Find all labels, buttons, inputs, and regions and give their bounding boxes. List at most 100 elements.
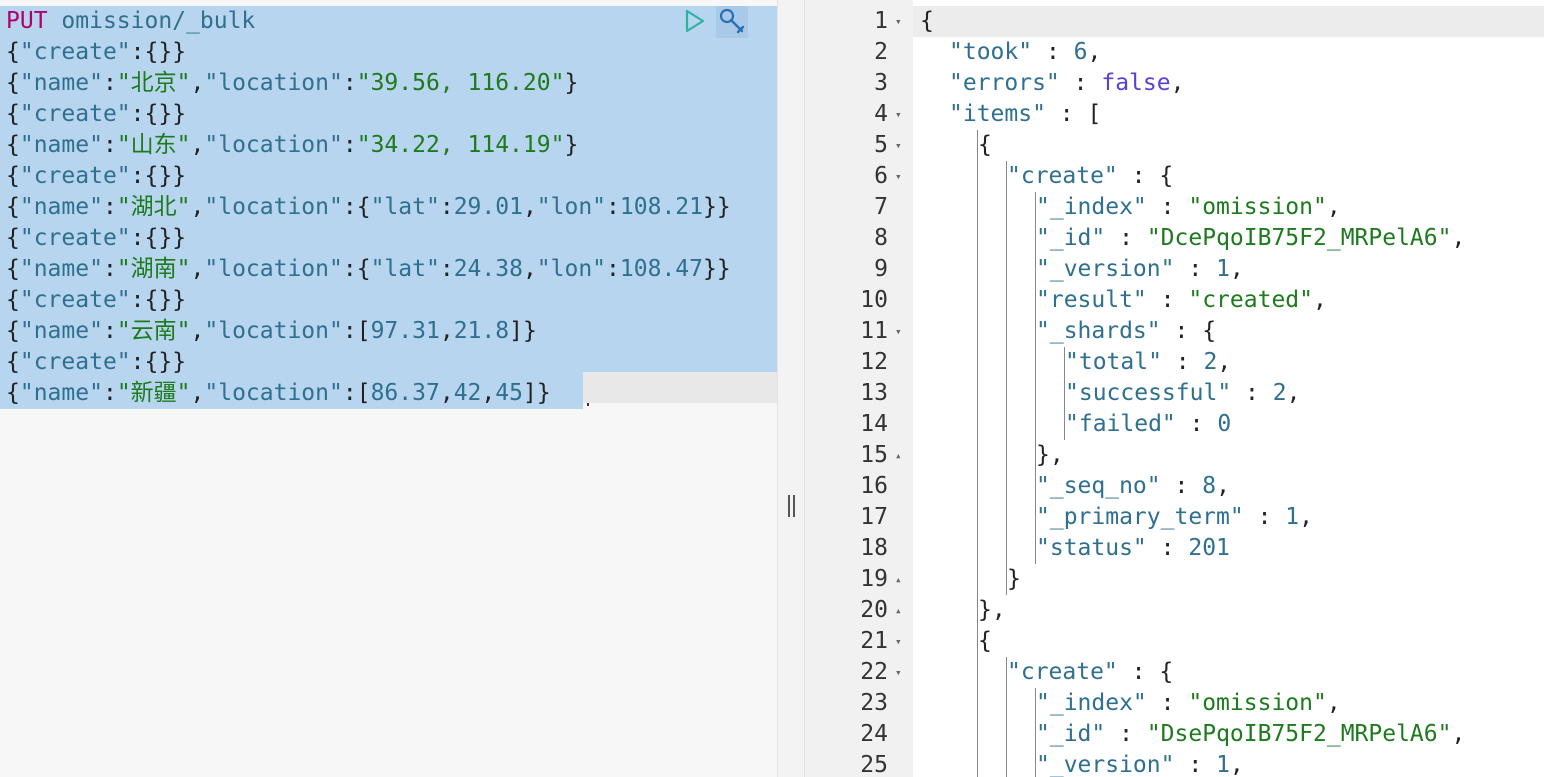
- line-number: 2: [874, 39, 888, 65]
- request-line-method[interactable]: PUT omission/_bulk: [0, 6, 777, 37]
- response-code-text: "_index" : "omission",: [1036, 194, 1341, 220]
- response-code-text: "_shards" : {: [1036, 318, 1217, 344]
- response-line: 22 ▾ "create" : {: [805, 657, 1544, 688]
- fold-expand-icon[interactable]: ▴: [895, 595, 907, 626]
- play-triangle-icon: [685, 9, 705, 33]
- response-code-text: "_id" : "DsePqoIB75F2_MRPelA6",: [1036, 721, 1466, 747]
- response-line: 23 "_index" : "omission",: [805, 688, 1544, 719]
- response-code-text: "items" : [: [949, 101, 1102, 127]
- response-code-text: "create" : {: [1007, 163, 1174, 189]
- line-number: 13: [860, 380, 888, 406]
- response-code-text: "create" : {: [1007, 659, 1174, 685]
- request-line[interactable]: {"name":"湖北","location":{"lat":29.01,"lo…: [0, 192, 777, 223]
- request-code[interactable]: PUT omission/_bulk {"create":{}} {"name":"…: [0, 6, 777, 409]
- response-line: 4 ▾ "items" : [: [805, 99, 1544, 130]
- line-number: 22: [860, 659, 888, 685]
- response-code-text: "status" : 201: [1036, 535, 1230, 561]
- response-line: 10 "result" : "created",: [805, 285, 1544, 316]
- current-line-highlight: [583, 372, 777, 403]
- line-number: 9: [874, 256, 888, 282]
- response-line: 18 "status" : 201: [805, 533, 1544, 564]
- line-number: 14: [860, 411, 888, 437]
- response-code-text: },: [978, 597, 1006, 623]
- line-number: 7: [874, 194, 888, 220]
- fold-collapse-icon[interactable]: ▾: [895, 626, 907, 657]
- line-number: 5: [874, 132, 888, 158]
- line-number: 23: [860, 690, 888, 716]
- response-code-text: "_index" : "omission",: [1036, 690, 1341, 716]
- line-number: 15: [860, 442, 888, 468]
- line-number: 20: [860, 597, 888, 623]
- indent-guide: [1035, 192, 1036, 564]
- line-number: 19: [860, 566, 888, 592]
- request-line[interactable]: {"create":{}}: [0, 223, 777, 254]
- fold-collapse-icon[interactable]: ▾: [895, 657, 907, 688]
- response-code-text: "_version" : 1,: [1036, 752, 1244, 777]
- response-code-text: "failed" : 0: [1065, 411, 1232, 437]
- splitter-grip-icon[interactable]: [787, 495, 797, 517]
- request-path: omission/_bulk: [61, 8, 256, 34]
- request-line[interactable]: {"name":"云南","location":[97.31,21.8]}: [0, 316, 777, 347]
- wrench-icon: [719, 8, 745, 34]
- indent-guide: [1035, 688, 1036, 777]
- request-line[interactable]: {"create":{}}: [0, 37, 777, 68]
- indent-guide: [1006, 657, 1007, 777]
- request-line[interactable]: {"create":{}}: [0, 99, 777, 130]
- indent-guide: [977, 130, 978, 777]
- response-code-text: "_seq_no" : 8,: [1036, 473, 1230, 499]
- request-settings-button[interactable]: [716, 6, 748, 38]
- line-number: 11: [860, 318, 888, 344]
- fold-expand-icon[interactable]: ▴: [895, 564, 907, 595]
- run-request-button[interactable]: [681, 8, 707, 34]
- response-line: 14 "failed" : 0: [805, 409, 1544, 440]
- line-number: 24: [860, 721, 888, 747]
- response-code-text: "errors" : false,: [949, 70, 1185, 96]
- response-code-text: {: [920, 8, 934, 34]
- request-line[interactable]: {"name":"北京","location":"39.56, 116.20"}: [0, 68, 777, 99]
- line-number: 8: [874, 225, 888, 251]
- response-line: 6 ▾ "create" : {: [805, 161, 1544, 192]
- fold-collapse-icon[interactable]: ▾: [895, 316, 907, 347]
- indent-guide: [1064, 347, 1065, 440]
- fold-collapse-icon[interactable]: ▾: [895, 99, 907, 130]
- response-code-text: "took" : 6,: [949, 39, 1102, 65]
- line-number: 4: [874, 101, 888, 127]
- response-line: 9 "_version" : 1,: [805, 254, 1544, 285]
- response-code-text: "total" : 2,: [1065, 349, 1232, 375]
- response-code-text: "_primary_term" : 1,: [1036, 504, 1314, 530]
- response-line: 16 "_seq_no" : 8,: [805, 471, 1544, 502]
- line-number: 16: [860, 473, 888, 499]
- request-line[interactable]: {"name":"山东","location":"34.22, 114.19"}: [0, 130, 777, 161]
- response-code-text: {: [978, 628, 992, 654]
- response-line: 2 "took" : 6,: [805, 37, 1544, 68]
- response-code-text: "successful" : 2,: [1065, 380, 1301, 406]
- request-line[interactable]: {"create":{}}: [0, 285, 777, 316]
- response-code-text: "_version" : 1,: [1036, 256, 1244, 282]
- response-line: 24 "_id" : "DsePqoIB75F2_MRPelA6",: [805, 719, 1544, 750]
- fold-collapse-icon[interactable]: ▾: [895, 6, 907, 37]
- line-number: 18: [860, 535, 888, 561]
- line-number: 12: [860, 349, 888, 375]
- response-line: 1 ▾ {: [805, 6, 1544, 37]
- line-number: 3: [874, 70, 888, 96]
- request-line[interactable]: {"name":"新疆","location":[86.37,42,45]}: [0, 378, 589, 409]
- http-method: PUT: [6, 8, 48, 34]
- fold-collapse-icon[interactable]: ▾: [895, 130, 907, 161]
- response-code-text: {: [978, 132, 992, 158]
- fold-expand-icon[interactable]: ▴: [895, 440, 907, 471]
- panel-splitter[interactable]: [777, 0, 805, 777]
- request-line[interactable]: {"create":{}}: [0, 161, 777, 192]
- response-line: 25 "_version" : 1,: [805, 750, 1544, 777]
- line-number: 25: [860, 752, 888, 777]
- response-viewer[interactable]: 1 ▾ {2 "took" : 6, 3 "errors" : false, 4 ▾ "item…: [805, 0, 1544, 777]
- response-line: 5 ▾ {: [805, 130, 1544, 161]
- response-line: 7 "_index" : "omission",: [805, 192, 1544, 223]
- response-code-text: "result" : "created",: [1036, 287, 1327, 313]
- request-editor[interactable]: PUT omission/_bulk {"create":{}} {"name":"…: [0, 0, 777, 777]
- response-line: 8 "_id" : "DcePqoIB75F2_MRPelA6",: [805, 223, 1544, 254]
- request-line[interactable]: {"name":"湖南","location":{"lat":24.38,"lo…: [0, 254, 777, 285]
- fold-collapse-icon[interactable]: ▾: [895, 161, 907, 192]
- response-code-text: },: [1036, 442, 1064, 468]
- line-number: 1: [874, 8, 888, 34]
- line-number: 6: [874, 163, 888, 189]
